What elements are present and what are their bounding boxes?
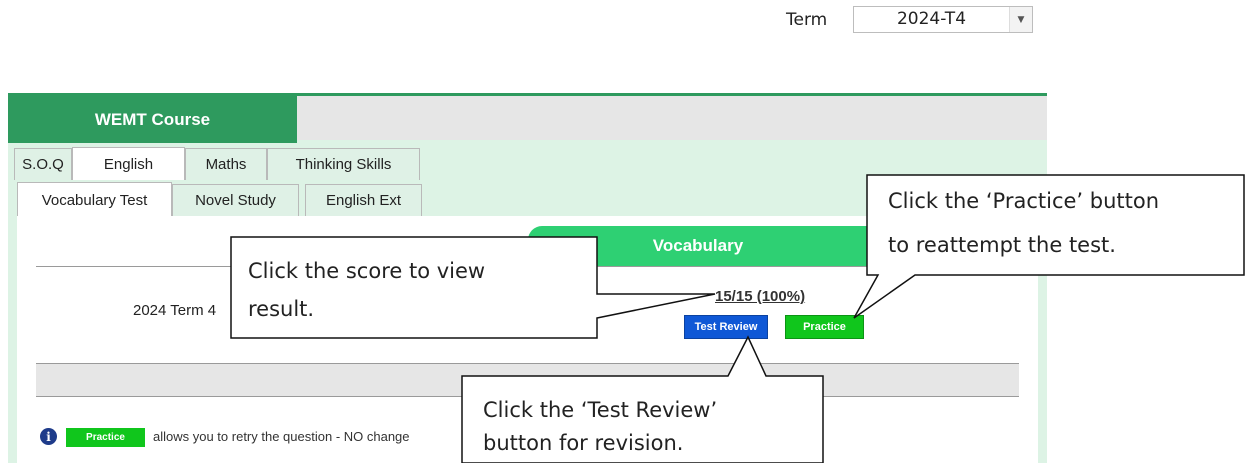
review-callout-line2: button for revision. [483, 431, 684, 455]
practice-callout-line2: to reattempt the test. [888, 233, 1116, 257]
review-callout-line1: Click the ‘Test Review’ [483, 398, 718, 422]
practice-callout-line1: Click the ‘Practice’ button [888, 189, 1160, 213]
score-callout-line1: Click the score to view [248, 259, 486, 283]
score-callout-line2: result. [248, 297, 315, 321]
